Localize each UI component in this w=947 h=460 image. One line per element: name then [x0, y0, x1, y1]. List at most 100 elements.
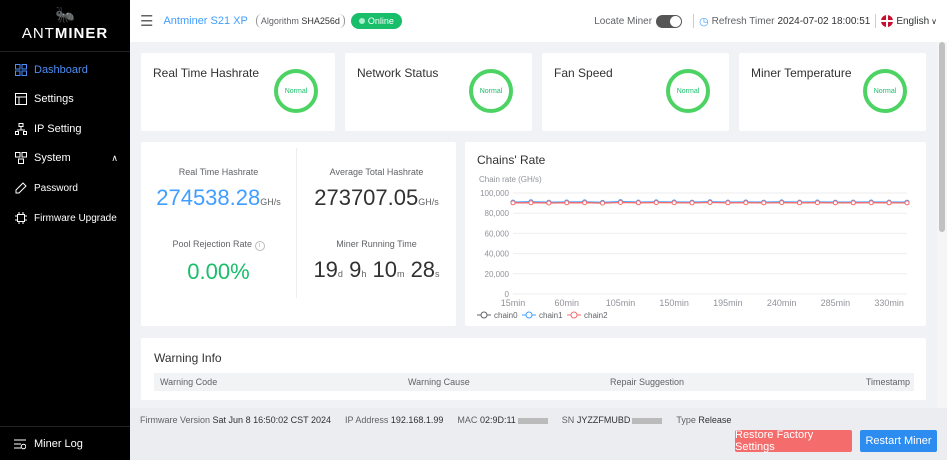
settings-icon [14, 92, 28, 106]
top-bar: ☰ Antminer S21 XP Algorithm SHA256d Onli… [130, 0, 947, 42]
y-tick-label: 100,000 [480, 189, 509, 198]
data-point-chain2 [617, 199, 623, 205]
x-tick-label: 285min [821, 298, 851, 308]
unit: d [337, 269, 343, 279]
y-tick-label: 80,000 [485, 209, 510, 218]
logo-text: ANTMINER [21, 25, 109, 42]
refresh-timer[interactable]: ◷ Refresh Timer 2024-07-02 18:00:51 [699, 15, 870, 28]
metric-value: 273707.05GH/s [299, 185, 454, 211]
mac-label: MAC [457, 415, 478, 425]
status-ring: Normal [469, 69, 513, 113]
device-info: Firmware Version Sat Jun 8 16:50:02 CST … [140, 415, 731, 425]
sidebar-item-ip-setting[interactable]: IP Setting [0, 114, 130, 144]
chains-rate-chart[interactable]: 100,00080,00060,00040,00020,000015min 60m… [465, 142, 926, 326]
column-header-warning-cause: Warning Cause [408, 377, 470, 387]
status-ring: Normal [863, 69, 907, 113]
data-point-chain2 [546, 200, 552, 206]
column-header-timestamp: Timestamp [865, 377, 910, 387]
stat-title: Fan Speed [554, 66, 613, 80]
status-text: Normal [676, 87, 700, 95]
data-point-chain2 [761, 200, 767, 206]
dashboard-icon [14, 63, 28, 77]
x-tick-label: 150min [659, 298, 689, 308]
legend-marker-chain0 [480, 311, 488, 319]
sidebar-item-firmware-upgrade[interactable]: Firmware Upgrade [0, 203, 130, 233]
ip-value: 192.168.1.99 [390, 415, 444, 425]
status-text: Normal [479, 87, 503, 95]
data-point-chain2 [689, 200, 695, 206]
scrollbar-thumb[interactable] [939, 42, 945, 232]
data-point-chain2 [904, 200, 910, 206]
data-point-chain2 [510, 200, 516, 206]
restore-factory-settings-button[interactable]: Restore Factory Settings [735, 429, 852, 453]
chains-rate-card: Chains' Rate Chain rate (GH/s) 100,000 80… [465, 142, 926, 326]
sn-label: SN [561, 415, 575, 425]
data-point-chain2 [671, 200, 677, 206]
ip-label: IP Address [344, 415, 389, 425]
average-hashrate-metric: Average Total Hashrate 273707.05GH/s [299, 167, 454, 211]
restart-miner-button[interactable]: Restart Miner [860, 430, 937, 452]
sidebar-item-miner-log[interactable]: Miner Log [0, 426, 130, 460]
chevron-down-icon: ∨ [931, 16, 937, 26]
stat-card-temperature: Miner Temperature Normal [739, 53, 926, 131]
data-point-chain2 [850, 200, 856, 206]
type-info: Type Release [676, 415, 731, 425]
y-tick-label: 40,000 [485, 250, 510, 259]
sidebar-item-dashboard[interactable]: Dashboard [0, 55, 130, 85]
sn-info: SN JYZZFMUBD [562, 415, 663, 425]
firmware-info: Firmware Version Sat Jun 8 16:50:02 CST … [140, 415, 331, 425]
language-selector[interactable]: English ∨ [881, 15, 937, 27]
chevron-up-icon[interactable]: ∧ [111, 153, 118, 164]
footer: Firmware Version Sat Jun 8 16:50:02 CST … [130, 408, 947, 460]
scrollbar[interactable] [937, 42, 947, 408]
sidebar-item-label: Dashboard [34, 63, 88, 76]
average-hashrate-value: 273707.05 [314, 185, 419, 210]
rejection-rate-value: 0.00% [187, 259, 250, 284]
network-icon [14, 122, 28, 136]
legend-marker-chain2 [570, 311, 578, 319]
info-icon[interactable]: i [254, 241, 265, 251]
data-point-chain2 [564, 200, 570, 206]
hamburger-menu-icon[interactable]: ☰ [140, 12, 153, 30]
data-point-chain2 [707, 199, 713, 205]
stat-card-network: Network Status Normal [345, 53, 532, 131]
divider [296, 148, 297, 298]
stat-card-hashrate: Real Time Hashrate Normal [141, 53, 335, 131]
refresh-time: 2024-07-02 18:00:51 [777, 15, 871, 27]
status-ring: Normal [274, 69, 318, 113]
locate-miner-label: Locate Miner [594, 15, 653, 27]
data-point-chain2 [832, 200, 838, 206]
data-point-chain2 [653, 200, 659, 206]
data-point-chain2 [797, 200, 803, 206]
x-tick-label: 195min [713, 298, 743, 308]
legend-label-chain1: chain1 [539, 311, 563, 320]
status-ring: Normal [666, 69, 710, 113]
metric-label-text: Pool Rejection Rate [172, 239, 253, 249]
sidebar-item-label: System [34, 152, 71, 165]
antminer-logo[interactable]: 🐜 ANTMINER [0, 0, 130, 52]
algorithm-value: SHA256d [301, 16, 340, 26]
metric-label: Real Time Hashrate [178, 167, 259, 177]
miner-log-label: Miner Log [34, 437, 83, 450]
data-point-chain2 [868, 200, 874, 206]
hashrate-summary-card: Real Time Hashrate 274538.28GH/s Average… [141, 142, 456, 326]
lock-icon [14, 181, 28, 195]
status-badge: Online [350, 13, 402, 29]
stat-title: Network Status [357, 66, 439, 80]
data-point-chain2 [528, 200, 534, 206]
sidebar-item-settings[interactable]: Settings [0, 85, 130, 115]
unit: m [396, 269, 405, 279]
firmware-label: Firmware Version [140, 415, 211, 425]
locate-miner-toggle[interactable] [656, 14, 683, 28]
type-label: Type [676, 415, 696, 425]
sidebar-item-system[interactable]: System ∧ [0, 144, 130, 174]
data-point-chain2 [743, 200, 749, 206]
warning-info-card: Warning Info Warning Code Warning Cause … [141, 338, 926, 400]
unit: GH/s [418, 197, 439, 207]
redacted-block [517, 417, 548, 424]
sidebar-item-password[interactable]: Password [0, 173, 130, 203]
refresh-label: Refresh Timer [711, 15, 775, 27]
algorithm-label: Algorithm [260, 16, 299, 26]
data-point-chain2 [779, 200, 785, 206]
column-header-repair-suggestion: Repair Suggestion [610, 377, 685, 387]
